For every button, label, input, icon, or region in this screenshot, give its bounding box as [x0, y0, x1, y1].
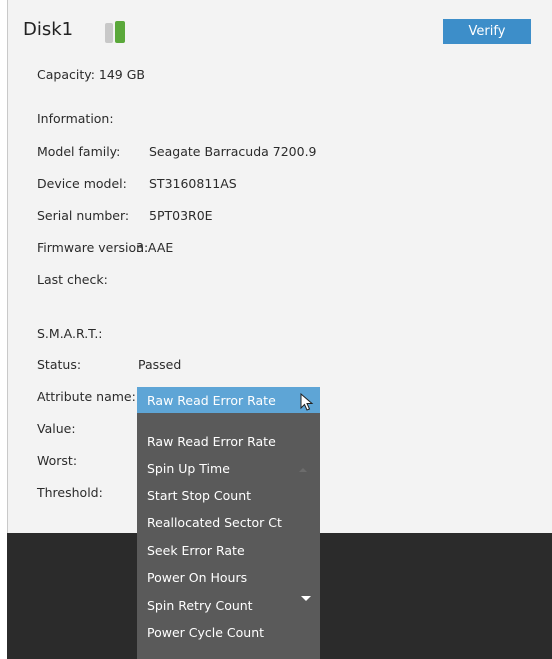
last-check-label: Last check:	[37, 272, 108, 287]
model-family-value: Seagate Barracuda 7200.9	[149, 144, 317, 159]
scroll-up-icon[interactable]	[299, 468, 307, 472]
dropdown-option[interactable]: Raw Read Error Rate	[147, 434, 276, 449]
panel-border	[7, 0, 8, 533]
dropdown-option[interactable]: Power On Hours	[147, 570, 247, 585]
dropdown-option[interactable]: Seek Error Rate	[147, 543, 245, 558]
attribute-name-label: Attribute name:	[37, 389, 136, 404]
dropdown-option[interactable]: Spin Up Time	[147, 461, 230, 476]
scroll-down-icon[interactable]	[301, 596, 311, 601]
firmware-version-value: 3.AAE	[136, 240, 174, 255]
device-model-label: Device model:	[37, 176, 127, 191]
value-label: Value:	[37, 421, 76, 436]
smart-heading: S.M.A.R.T.:	[37, 326, 103, 341]
attribute-select[interactable]: Raw Read Error Rate	[137, 387, 320, 413]
information-heading: Information:	[37, 111, 114, 126]
firmware-version-label: Firmware version:	[37, 240, 149, 255]
verify-button[interactable]: Verify	[443, 19, 531, 44]
worst-label: Worst:	[37, 453, 78, 468]
serial-number-value: 5PT03R0E	[149, 208, 213, 223]
dropdown-option[interactable]: Reallocated Sector Ct	[147, 515, 282, 530]
status-label: Status:	[37, 357, 82, 372]
threshold-label: Threshold:	[37, 485, 103, 500]
model-family-label: Model family:	[37, 144, 121, 159]
disk-title: Disk1	[23, 19, 74, 40]
cursor-icon	[300, 393, 314, 411]
attribute-select-value: Raw Read Error Rate	[147, 392, 276, 408]
device-model-value: ST3160811AS	[149, 176, 237, 191]
dropdown-option[interactable]: Power Cycle Count	[147, 625, 264, 640]
dropdown-option[interactable]: Spin Retry Count	[147, 598, 253, 613]
serial-number-label: Serial number:	[37, 208, 130, 223]
disk-icon	[105, 21, 127, 43]
attribute-dropdown-list: Raw Read Error Rate Spin Up Time Start S…	[137, 413, 320, 659]
dropdown-option[interactable]: Start Stop Count	[147, 488, 251, 503]
capacity-text: Capacity: 149 GB	[37, 67, 145, 82]
status-value: Passed	[138, 357, 182, 372]
